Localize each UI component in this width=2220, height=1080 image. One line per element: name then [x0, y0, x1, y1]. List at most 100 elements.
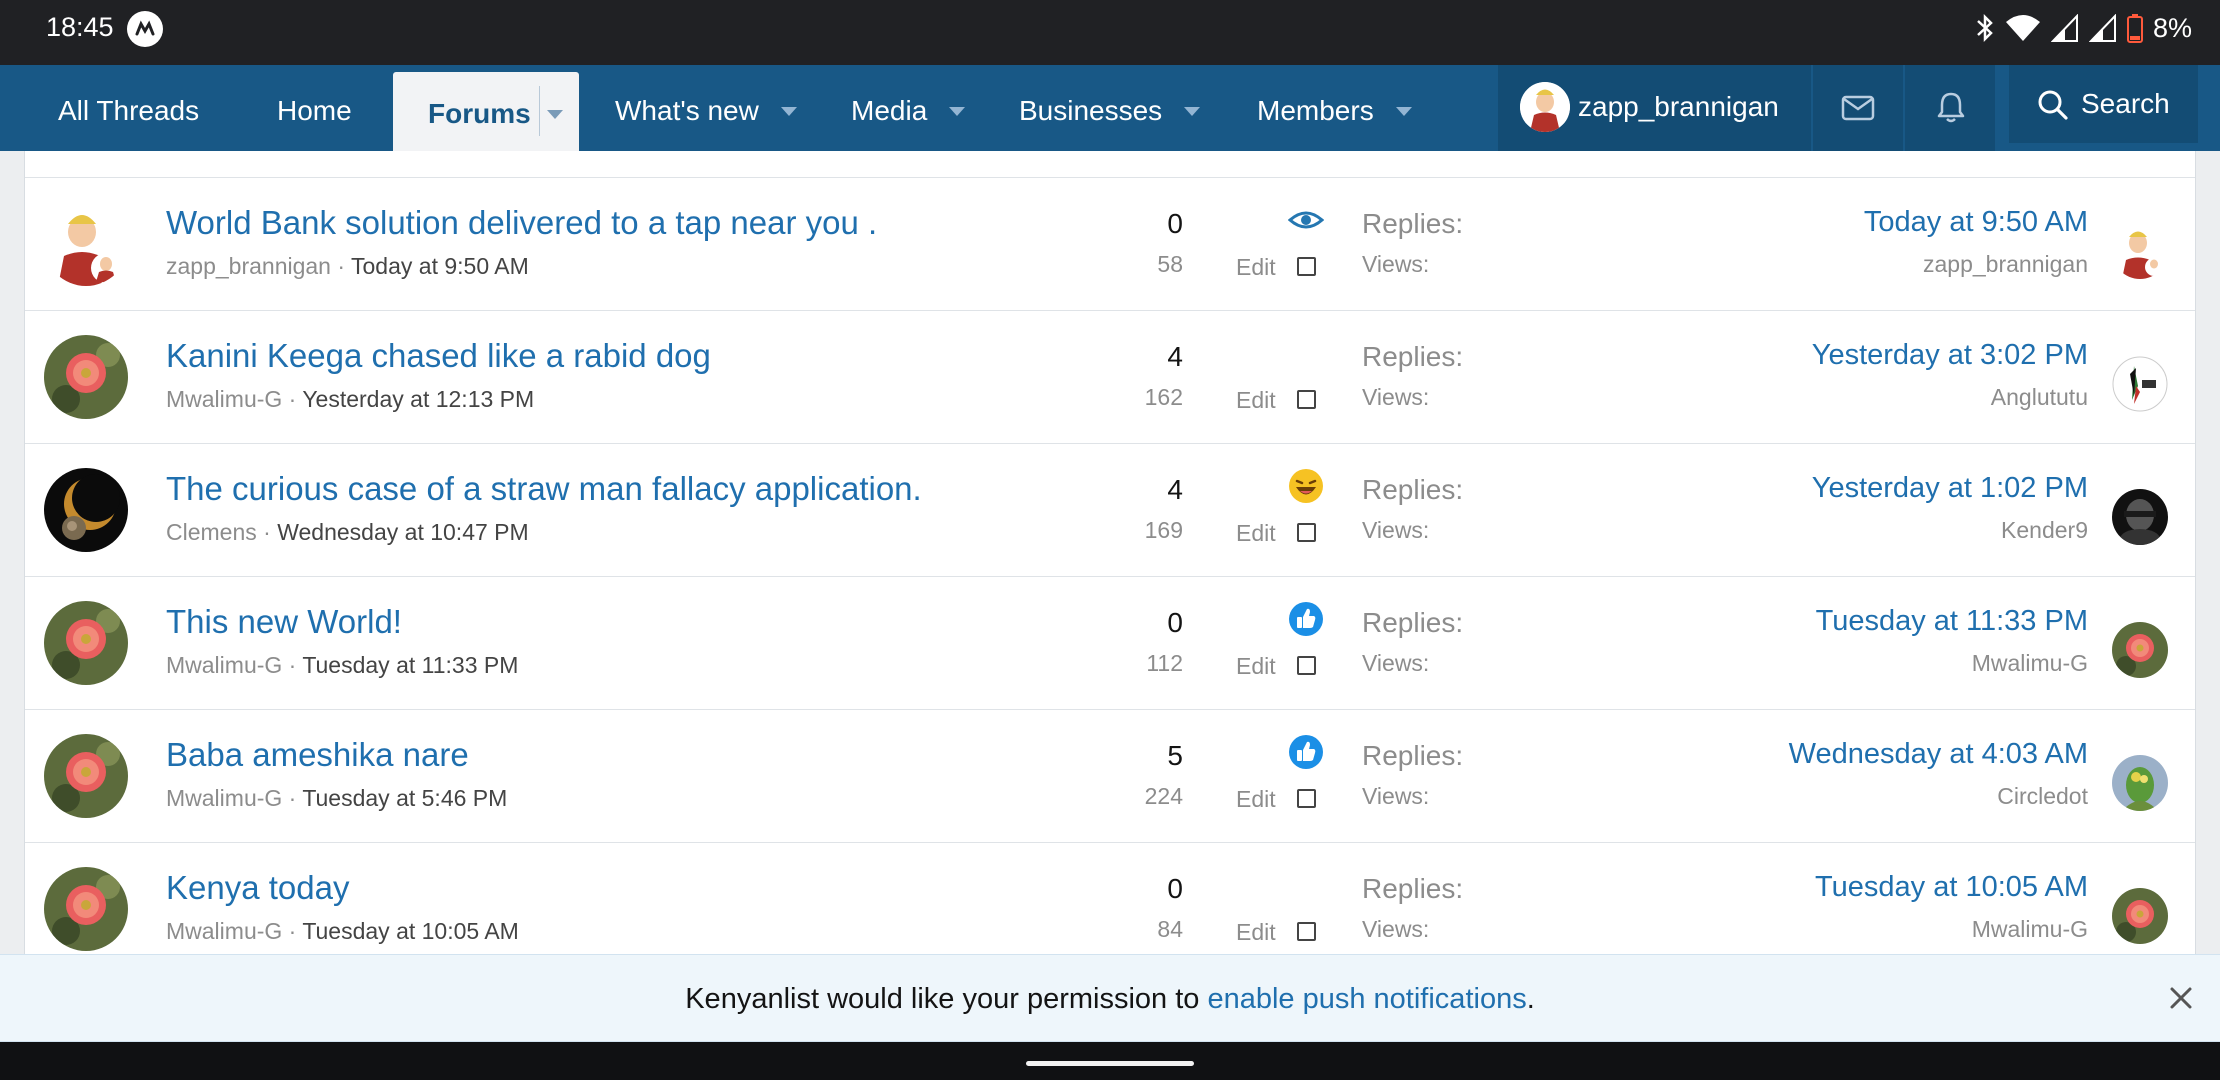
edit-link[interactable]: Edit: [1236, 919, 1276, 946]
last-poster-avatar[interactable]: [2112, 888, 2168, 944]
signal-icon: [2050, 14, 2078, 42]
author-avatar[interactable]: [44, 335, 128, 419]
thread-date[interactable]: Yesterday at 12:13 PM: [302, 386, 534, 412]
nav-bar: All Threads Home Forums What's new Media…: [0, 65, 2220, 151]
last-poster-avatar[interactable]: [2112, 356, 2168, 412]
search-button[interactable]: Search: [2009, 65, 2198, 143]
chevron-down-icon[interactable]: [1184, 107, 1201, 117]
thread-meta: Clemens · Wednesday at 10:47 PM: [166, 519, 529, 545]
thread-title[interactable]: This new World!: [166, 603, 402, 641]
author-avatar[interactable]: [44, 601, 128, 685]
thread-row: The curious case of a straw man fallacy …: [25, 444, 2195, 577]
nav-members[interactable]: Members: [1257, 65, 1412, 151]
thread-author[interactable]: Mwalimu-G: [166, 785, 282, 811]
last-post-date[interactable]: Yesterday at 3:02 PM: [1812, 339, 2088, 372]
replies-count: 5: [1167, 740, 1183, 771]
replies-count: 4: [1167, 474, 1183, 505]
like-icon: [1289, 602, 1323, 636]
replies-count: 0: [1167, 607, 1183, 638]
thread-title[interactable]: Kanini Keega chased like a rabid dog: [166, 337, 711, 375]
nav-media[interactable]: Media: [851, 65, 966, 151]
thread-date[interactable]: Today at 9:50 AM: [351, 253, 529, 279]
nav-account[interactable]: zapp_brannigan: [1498, 65, 1811, 151]
select-checkbox[interactable]: [1297, 390, 1316, 409]
inbox-button[interactable]: [1813, 65, 1903, 151]
nav-forums[interactable]: Forums: [393, 72, 579, 151]
thread-author[interactable]: Mwalimu-G: [166, 918, 282, 944]
thread-author[interactable]: Mwalimu-G: [166, 652, 282, 678]
edit-link[interactable]: Edit: [1236, 786, 1276, 813]
last-post-date[interactable]: Yesterday at 1:02 PM: [1812, 472, 2088, 505]
thread-title[interactable]: Kenya today: [166, 869, 349, 907]
last-poster-avatar[interactable]: [2112, 622, 2168, 678]
nav-whats-new[interactable]: What's new: [615, 65, 797, 151]
home-gesture-handle[interactable]: [1026, 1061, 1194, 1066]
select-checkbox[interactable]: [1297, 257, 1316, 276]
nav-businesses[interactable]: Businesses: [1019, 65, 1201, 151]
last-post-user[interactable]: zapp_brannigan: [1923, 251, 2088, 278]
edit-link[interactable]: Edit: [1236, 520, 1276, 547]
last-post-user[interactable]: Kender9: [2001, 517, 2088, 544]
laugh-icon: [1289, 469, 1323, 503]
last-poster-avatar[interactable]: [2112, 489, 2168, 545]
chevron-down-icon[interactable]: [949, 107, 966, 117]
bluetooth-icon: [1977, 13, 1993, 43]
last-post-user[interactable]: Mwalimu-G: [1972, 916, 2088, 943]
select-checkbox[interactable]: [1297, 656, 1316, 675]
last-post-user[interactable]: Anglututu: [1991, 384, 2088, 411]
select-checkbox[interactable]: [1297, 922, 1316, 941]
close-icon[interactable]: [2166, 983, 2196, 1013]
replies-count: 0: [1167, 208, 1183, 239]
thread-title[interactable]: The curious case of a straw man fallacy …: [166, 470, 922, 508]
search-icon: [2038, 90, 2068, 120]
status-icons: 8%: [1975, 12, 2192, 44]
push-notification-banner: Kenyanlist would like your permission to…: [0, 954, 2220, 1042]
select-checkbox[interactable]: [1297, 789, 1316, 808]
author-avatar[interactable]: [44, 202, 128, 286]
views-count: 162: [1144, 384, 1183, 410]
last-post-date[interactable]: Tuesday at 10:05 AM: [1815, 871, 2088, 904]
last-post-user[interactable]: Circledot: [1997, 783, 2088, 810]
last-post-date[interactable]: Today at 9:50 AM: [1864, 206, 2088, 239]
battery-level: 8%: [2152, 12, 2192, 43]
page: 18:45 8% All Threads Home Forums What's …: [0, 0, 2220, 1080]
views-label: Views:: [1362, 517, 1430, 543]
edit-link[interactable]: Edit: [1236, 254, 1276, 281]
chevron-down-icon[interactable]: [1395, 107, 1412, 117]
thread-date[interactable]: Wednesday at 10:47 PM: [277, 519, 528, 545]
last-poster-avatar[interactable]: [2112, 755, 2168, 811]
edit-link[interactable]: Edit: [1236, 387, 1276, 414]
replies-label: Replies:: [1362, 474, 1464, 505]
thread-date[interactable]: Tuesday at 5:46 PM: [302, 785, 507, 811]
select-checkbox[interactable]: [1297, 523, 1316, 542]
thread-author[interactable]: Clemens: [166, 519, 257, 545]
app-notification-icon: [127, 11, 163, 47]
thread-date[interactable]: Tuesday at 11:33 PM: [302, 652, 518, 678]
system-nav-bar: [0, 1042, 2220, 1080]
thread-row: Baba ameshika nare Mwalimu-G · Tuesday a…: [25, 710, 2195, 843]
views-label: Views:: [1362, 251, 1430, 277]
thread-date[interactable]: Tuesday at 10:05 AM: [302, 918, 519, 944]
thread-title[interactable]: World Bank solution delivered to a tap n…: [166, 204, 877, 242]
nav-all-threads[interactable]: All Threads: [58, 65, 199, 151]
author-avatar[interactable]: [44, 468, 128, 552]
chevron-down-icon[interactable]: [547, 110, 563, 119]
views-count: 58: [1157, 251, 1183, 277]
replies-label: Replies:: [1362, 740, 1464, 771]
views-label: Views:: [1362, 650, 1430, 676]
last-post-user[interactable]: Mwalimu-G: [1972, 650, 2088, 677]
chevron-down-icon[interactable]: [780, 107, 797, 117]
edit-link[interactable]: Edit: [1236, 653, 1276, 680]
last-post-date[interactable]: Tuesday at 11:33 PM: [1816, 605, 2088, 638]
nav-home[interactable]: Home: [277, 65, 352, 151]
last-poster-avatar[interactable]: [2112, 223, 2168, 279]
alerts-button[interactable]: [1905, 65, 1995, 151]
views-label: Views:: [1362, 384, 1430, 410]
enable-push-link[interactable]: enable push notifications: [1207, 983, 1526, 1015]
author-avatar[interactable]: [44, 867, 128, 951]
author-avatar[interactable]: [44, 734, 128, 818]
last-post-date[interactable]: Wednesday at 4:03 AM: [1789, 738, 2088, 771]
thread-title[interactable]: Baba ameshika nare: [166, 736, 469, 774]
thread-author[interactable]: zapp_brannigan: [166, 253, 331, 279]
thread-author[interactable]: Mwalimu-G: [166, 386, 282, 412]
